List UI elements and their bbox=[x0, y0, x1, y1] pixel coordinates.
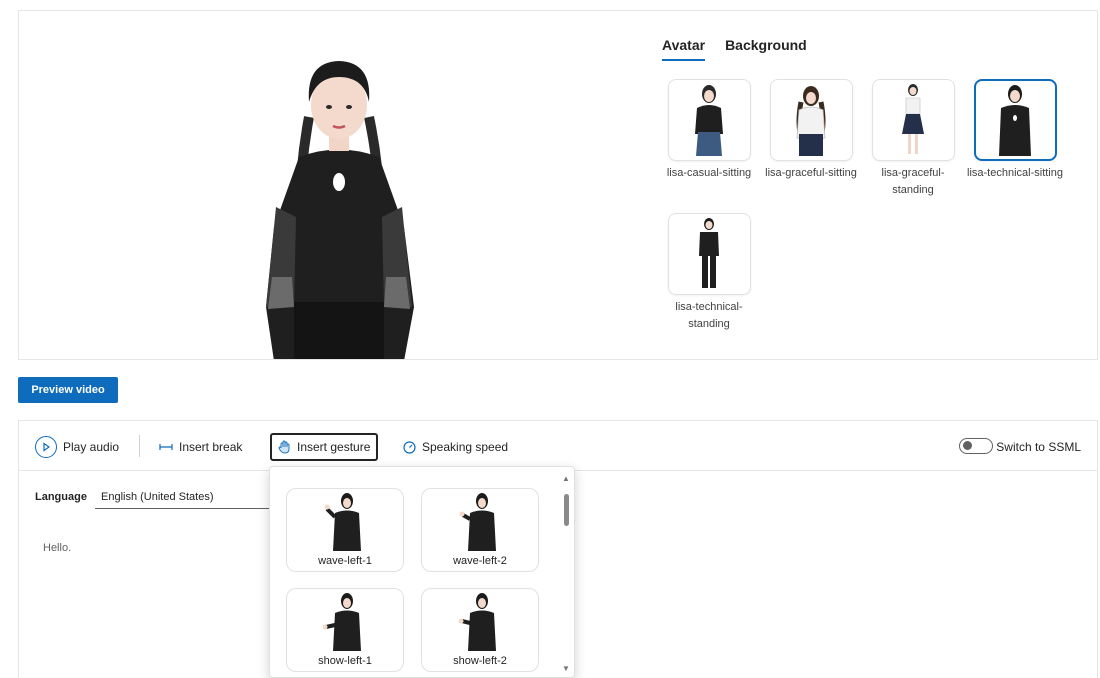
language-label: Language bbox=[35, 491, 87, 503]
gesture-label: show-left-2 bbox=[453, 655, 507, 667]
avatar-label: lisa-graceful-standing bbox=[881, 167, 945, 196]
insert-gesture-label: Insert gesture bbox=[297, 440, 371, 454]
gesture-label: wave-left-2 bbox=[453, 555, 507, 567]
avatar-tabs: Avatar Background bbox=[662, 37, 807, 61]
avatar-card-technical-sitting[interactable]: lisa-technical-sitting bbox=[965, 79, 1065, 182]
avatar-graceful-standing-image bbox=[902, 84, 924, 154]
avatar-casual-sitting-image bbox=[695, 85, 723, 156]
script-text[interactable]: Hello. bbox=[43, 542, 71, 554]
avatar-card-casual-sitting[interactable]: lisa-casual-sitting bbox=[659, 79, 759, 182]
insert-gesture-button[interactable]: Insert gesture bbox=[270, 433, 379, 461]
gesture-label: wave-left-1 bbox=[318, 555, 372, 567]
avatar-label: lisa-casual-sitting bbox=[666, 167, 752, 179]
editor-toolbar: Play audio Insert break Insert gesture S… bbox=[19, 421, 1097, 471]
gesture-wave-left-1-image bbox=[324, 493, 361, 551]
break-icon bbox=[159, 444, 173, 450]
speedometer-icon bbox=[403, 440, 416, 454]
avatar-label: lisa-technical-standing bbox=[675, 301, 743, 330]
avatar-thumbnail bbox=[667, 213, 751, 295]
gesture-card-show-left-1[interactable]: show-left-1 bbox=[286, 588, 404, 672]
play-audio-button[interactable]: Play audio bbox=[35, 433, 119, 461]
gesture-thumbnail bbox=[422, 589, 538, 651]
gesture-card-wave-left-2[interactable]: wave-left-2 bbox=[421, 488, 539, 572]
avatar-thumbnail bbox=[769, 79, 853, 161]
avatar-label: lisa-technical-sitting bbox=[967, 167, 1063, 179]
play-icon bbox=[35, 436, 57, 458]
avatar-preview-image bbox=[266, 61, 414, 359]
gesture-thumbnail bbox=[287, 489, 403, 551]
scroll-down-arrow-icon[interactable]: ▼ bbox=[562, 664, 570, 673]
language-select[interactable]: English (United States) bbox=[95, 487, 271, 509]
avatar-graceful-sitting-image bbox=[796, 86, 826, 156]
play-audio-label: Play audio bbox=[63, 440, 120, 454]
avatar-thumbnail bbox=[667, 79, 751, 161]
hand-gesture-icon bbox=[278, 440, 290, 454]
gesture-show-left-2-image bbox=[458, 593, 496, 651]
gesture-show-left-1-image bbox=[323, 593, 361, 651]
ssml-toggle[interactable] bbox=[959, 438, 993, 454]
speaking-speed-label: Speaking speed bbox=[422, 440, 509, 454]
toolbar-divider bbox=[139, 435, 140, 457]
gesture-card-show-left-2[interactable]: show-left-2 bbox=[421, 588, 539, 672]
gesture-list: wave-left-1 wave-left-2 show-left-1 show… bbox=[270, 467, 558, 677]
switch-ssml-label: Switch to SSML bbox=[996, 440, 1081, 454]
avatar-card-technical-standing[interactable]: lisa-technical-standing bbox=[659, 213, 759, 333]
gesture-thumbnail bbox=[422, 489, 538, 551]
insert-break-button[interactable]: Insert break bbox=[159, 433, 242, 461]
toggle-knob bbox=[963, 441, 972, 450]
avatar-preview-panel: Avatar Background lisa-casual-sitting li… bbox=[18, 10, 1098, 360]
avatar-technical-sitting-image bbox=[999, 85, 1031, 156]
gesture-card-wave-left-1[interactable]: wave-left-1 bbox=[286, 488, 404, 572]
avatar-card-graceful-standing[interactable]: lisa-graceful-standing bbox=[863, 79, 963, 199]
avatar-technical-standing-image bbox=[699, 218, 719, 288]
tab-background[interactable]: Background bbox=[725, 37, 807, 61]
gesture-label: show-left-1 bbox=[318, 655, 372, 667]
video-stage bbox=[19, 11, 659, 359]
avatar-thumbnail bbox=[973, 79, 1057, 161]
preview-video-button[interactable]: Preview video bbox=[18, 377, 118, 403]
avatar-label: lisa-graceful-sitting bbox=[765, 167, 857, 179]
avatar-card-graceful-sitting[interactable]: lisa-graceful-sitting bbox=[761, 79, 861, 182]
gesture-scrollbar[interactable]: ▲ ▼ bbox=[558, 467, 574, 677]
gesture-dropdown: wave-left-1 wave-left-2 show-left-1 show… bbox=[269, 466, 575, 678]
avatar-thumbnail bbox=[871, 79, 955, 161]
scroll-up-arrow-icon[interactable]: ▲ bbox=[562, 474, 570, 483]
insert-break-label: Insert break bbox=[179, 440, 243, 454]
gesture-wave-left-2-image bbox=[459, 493, 496, 551]
tab-avatar[interactable]: Avatar bbox=[662, 37, 706, 61]
speaking-speed-button[interactable]: Speaking speed bbox=[403, 433, 508, 461]
gesture-thumbnail bbox=[287, 589, 403, 651]
scroll-thumb[interactable] bbox=[564, 494, 569, 526]
